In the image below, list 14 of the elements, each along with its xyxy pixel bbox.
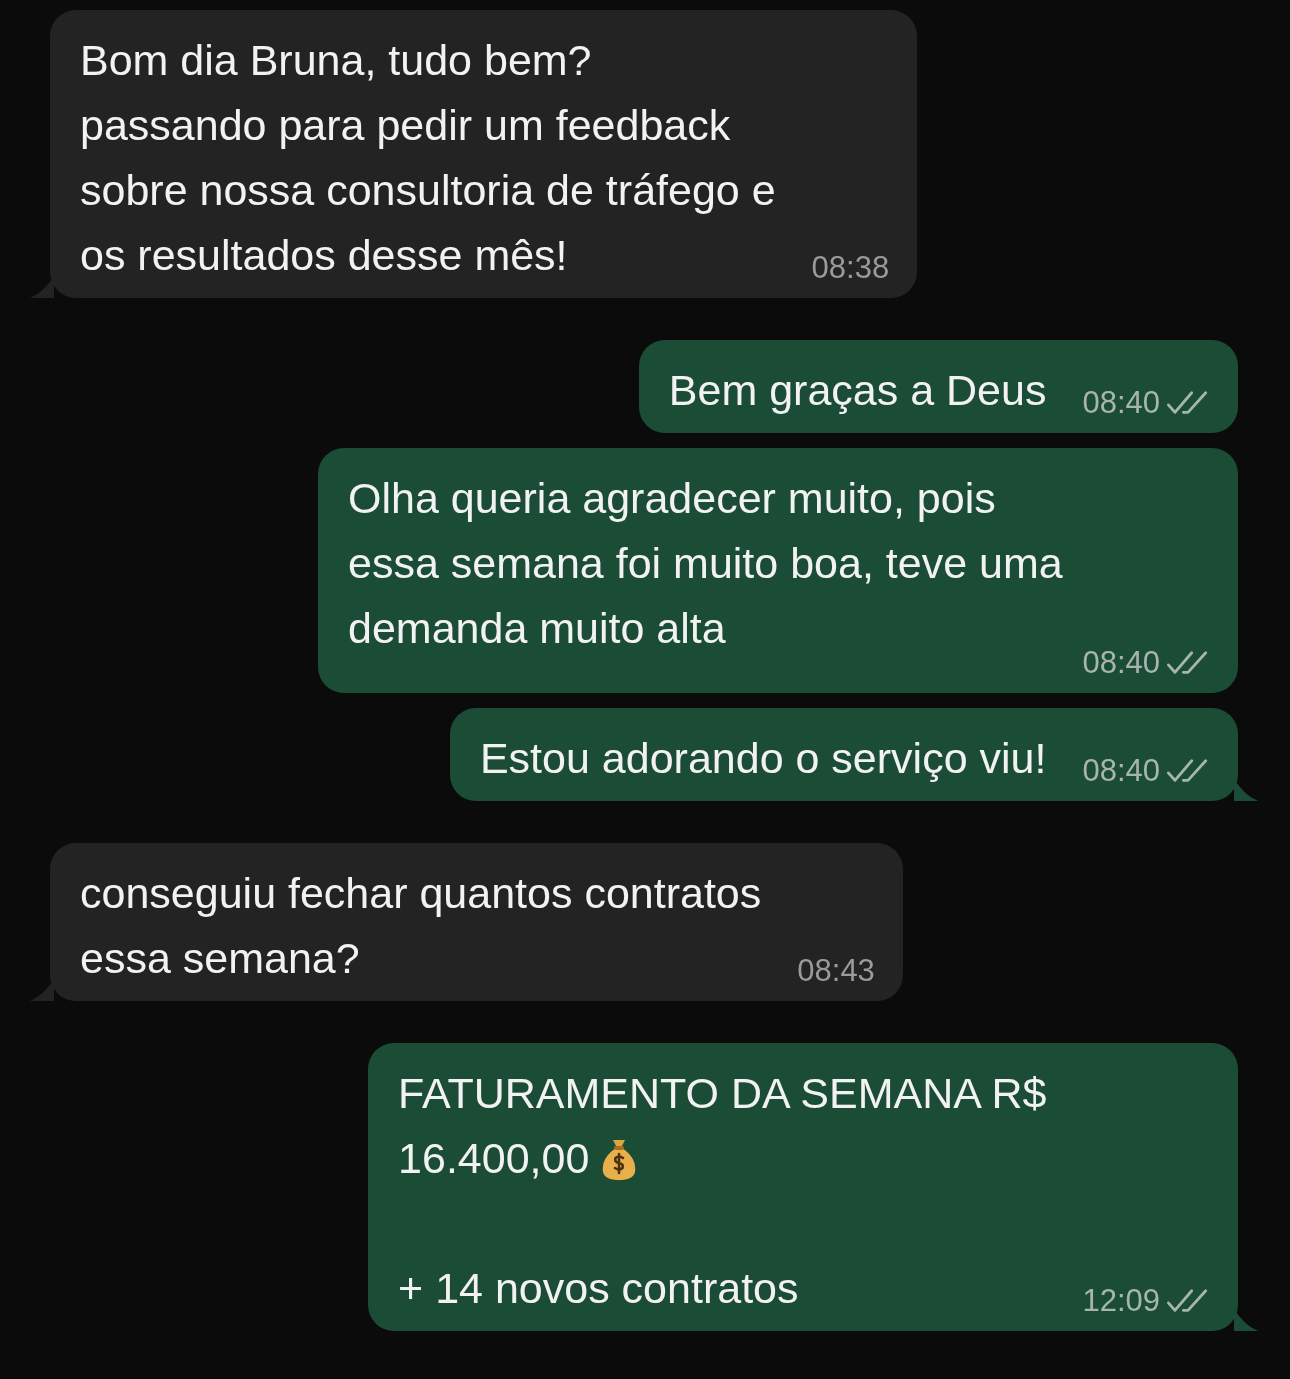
- message-time: 08:40: [1082, 644, 1160, 682]
- message-time: 08:43: [797, 952, 875, 990]
- amount-text: 16.400,00: [398, 1133, 590, 1184]
- message-text: Bem graças a Deus: [668, 365, 1047, 416]
- message-text: Bom dia Bruna, tudo bem? passando para pedir um feedback sobre nossa consultoria de tráfego e os resultados desse mês!: [80, 35, 776, 281]
- message-text: + 14 novos contratos: [398, 1263, 800, 1314]
- message-text: Olha queria agradecer muito, pois essa semana foi muito boa, teve uma demanda muito alta: [348, 473, 1063, 654]
- message-text: conseguiu fechar quantos contratos essa semana?: [80, 868, 762, 984]
- message-text: Estou adorando o serviço viu!: [479, 733, 1047, 784]
- message-time: 08:40: [1082, 752, 1160, 790]
- message-time: 08:40: [1082, 384, 1160, 422]
- message-time: 08:38: [811, 249, 890, 287]
- message-text: FATURAMENTO DA SEMANA R$: [398, 1068, 1047, 1119]
- message-time: 12:09: [1082, 1282, 1160, 1320]
